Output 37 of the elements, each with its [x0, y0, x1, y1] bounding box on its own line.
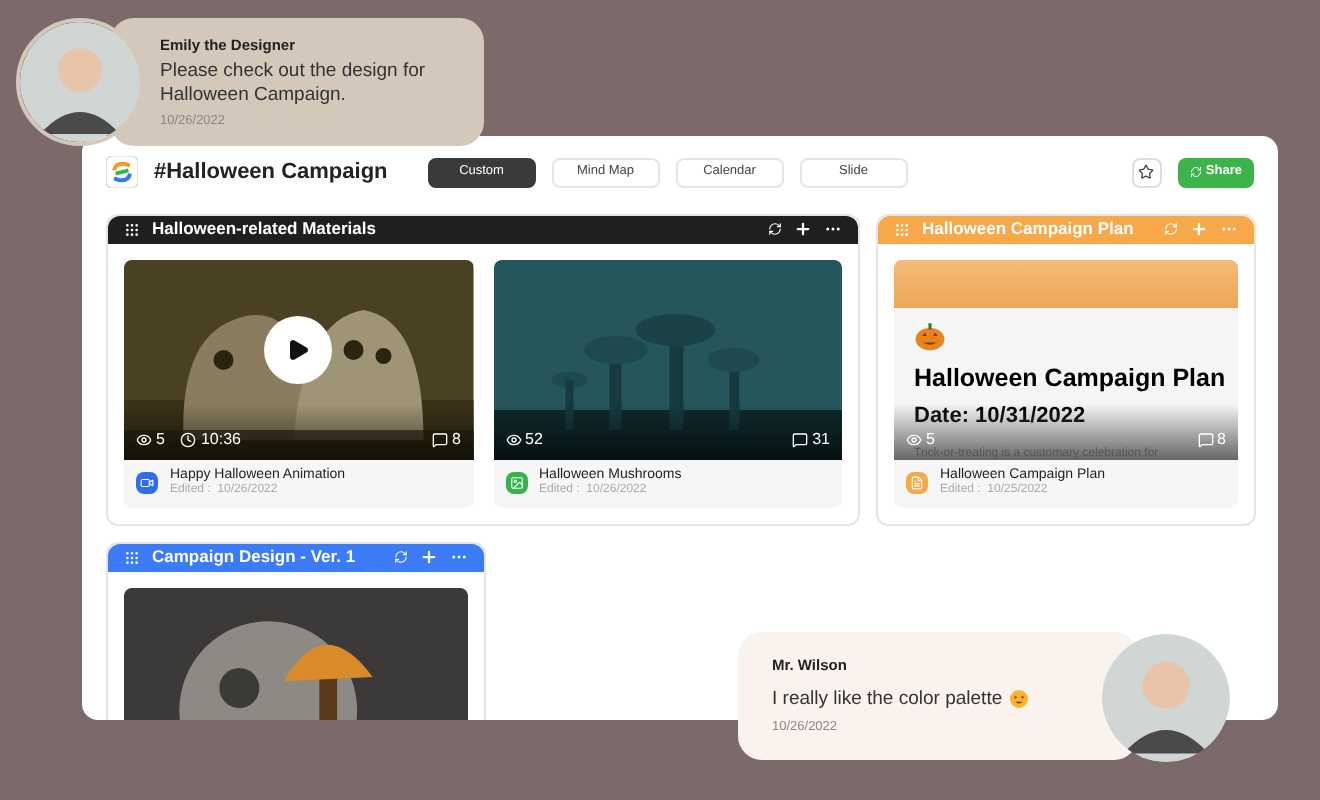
comment-message: Please check out the design for Halloween Campaign.: [160, 59, 428, 108]
view-count: 5: [926, 427, 935, 447]
add-icon[interactable]: [794, 220, 812, 238]
document-date: Date: 10/31/2022: [914, 402, 1088, 433]
document-icon: [906, 472, 928, 495]
board-title: Halloween Campaign Plan: [922, 216, 1134, 242]
refresh-icon[interactable]: [768, 222, 782, 236]
comment-icon: [1197, 431, 1214, 447]
board-title: Campaign Design - Ver. 1: [152, 544, 356, 571]
comment-count: 31: [812, 427, 830, 451]
views-icon: [906, 431, 922, 447]
comment-icon: [792, 431, 809, 447]
share-icon: [1189, 166, 1202, 179]
comment-icon: [432, 431, 449, 447]
comment-message: I really like the color palette: [772, 685, 1003, 714]
view-count: 5: [156, 427, 165, 451]
views-icon: [505, 431, 521, 447]
image-icon: [505, 472, 527, 495]
star-icon: [1138, 164, 1155, 181]
duration: 10:36: [200, 427, 241, 451]
drag-handle-icon[interactable]: [124, 549, 140, 566]
clock-icon: [180, 431, 197, 447]
view-count: 52: [525, 427, 543, 451]
board-name: #Halloween Campaign: [154, 158, 388, 188]
pumpkin-icon: [914, 319, 946, 351]
app-logo: [106, 156, 138, 189]
favorite-button[interactable]: [1131, 157, 1162, 188]
comment-count: 8: [1217, 427, 1226, 451]
drag-handle-icon[interactable]: [894, 221, 910, 237]
video-icon: [136, 472, 158, 495]
avatar: [1102, 634, 1230, 762]
play-icon: [286, 337, 311, 361]
board-title: Halloween-related Materials: [152, 216, 376, 242]
drag-handle-icon[interactable]: [124, 221, 140, 237]
views-icon: [136, 431, 152, 447]
comment-count: 8: [452, 427, 461, 451]
heart-eyes-emoji-icon: [1010, 690, 1029, 709]
